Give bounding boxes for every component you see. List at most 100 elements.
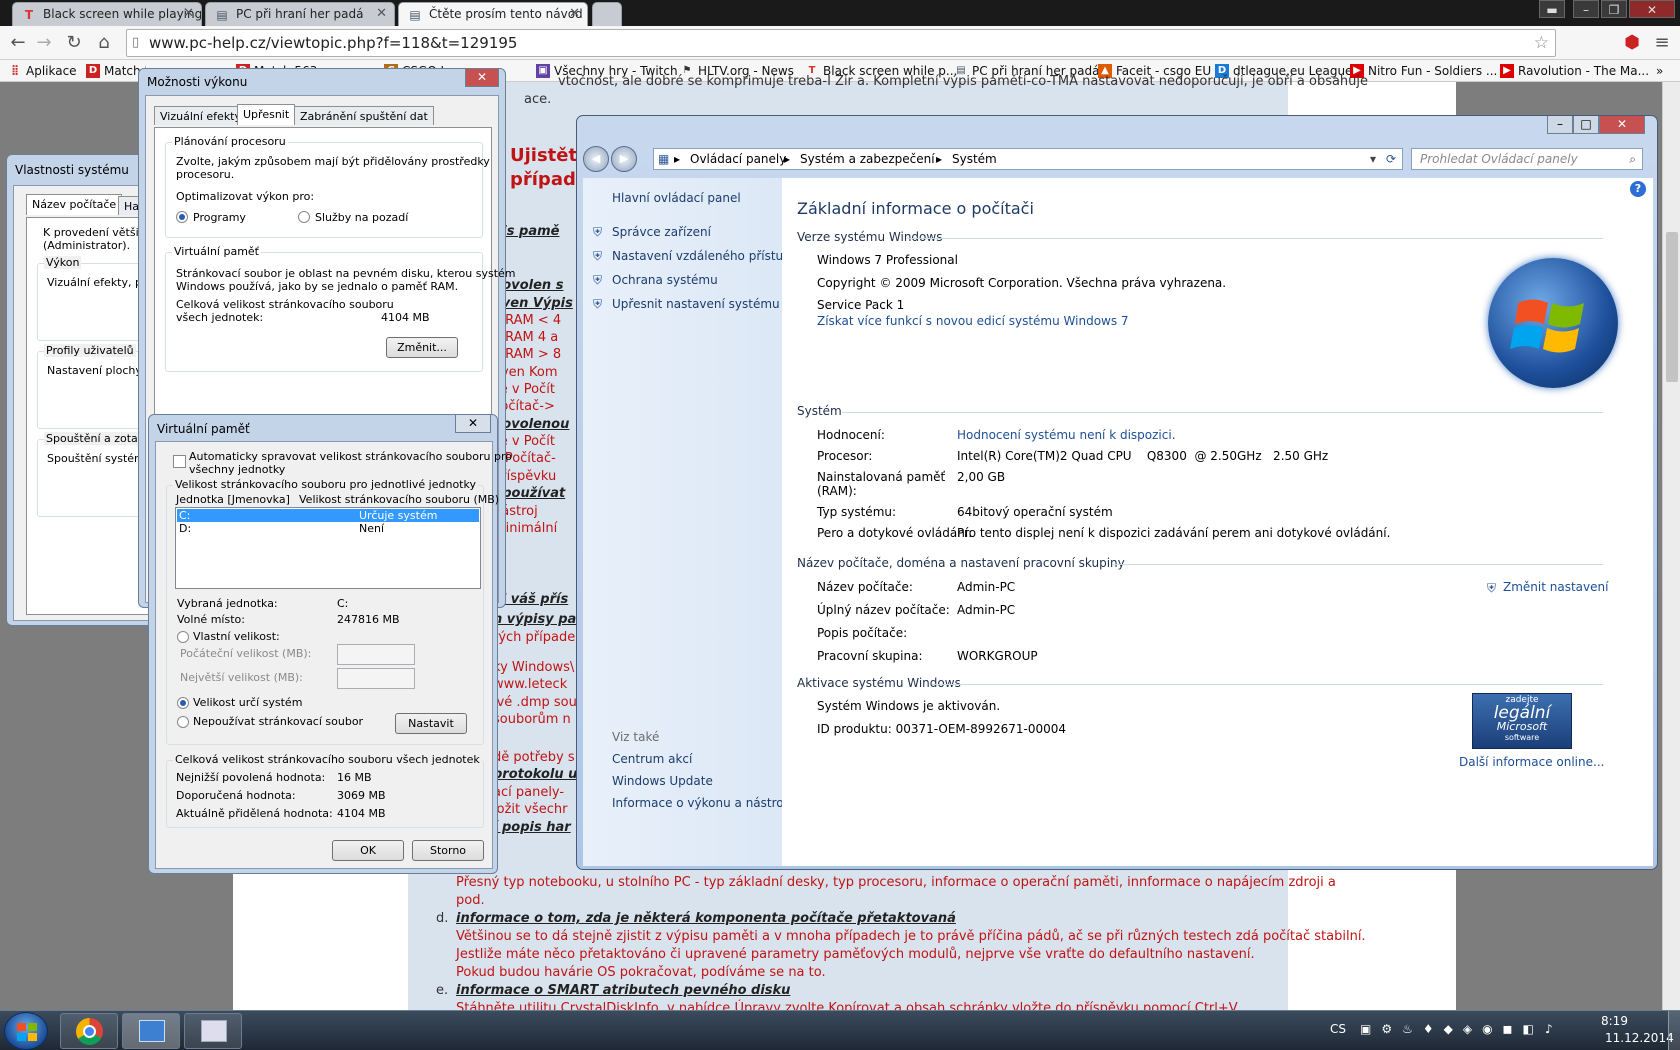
start-button[interactable] [4,1012,48,1050]
clock-time[interactable]: 8:19 [1601,1014,1628,1028]
drive-row-c[interactable]: C: Určuje systém [177,509,479,522]
close-tab-icon[interactable]: ✕ [376,6,387,21]
home-icon[interactable]: ⌂ [92,31,116,55]
genuine-microsoft-badge[interactable]: zadejte legální Microsoft software [1472,693,1572,749]
system-managed-radio[interactable] [177,697,189,709]
tab-visual-effects[interactable]: Vizuální efekty [154,106,248,125]
drive-row-d[interactable]: D: Není [177,522,479,535]
post-fragment: ložit všechr [493,802,568,817]
checkbox-label: všechny jednotky [189,463,286,476]
back-icon[interactable]: ← [6,31,30,55]
restore-icon[interactable]: ❐ [1601,0,1627,18]
refresh-icon[interactable]: ⟳ [1386,149,1396,169]
post-fragment: í popis har [493,820,571,835]
post-fragment: ky Windows\ [493,660,575,675]
bookmark-nitrofun[interactable]: ▶ Nitro Fun - Soldiers ... [1350,62,1497,80]
address-bar[interactable]: ▯ www.pc-help.cz/viewtopic.php?f=118&t=1… [126,29,1556,57]
more-features-link[interactable]: Získat více funkcí s novou edicí systému… [817,314,1129,328]
bookmark-apps[interactable]: ⣿ Aplikace [8,62,76,80]
volume-icon[interactable]: ♪ [1545,1022,1553,1036]
breadcrumb-item[interactable]: Systém [952,149,997,169]
change-settings-link[interactable]: ⛨ Změnit nastavení [1487,580,1608,595]
browser-tab-2[interactable]: ▤ PC při hraní her padá ✕ [205,2,395,26]
initial-size-input[interactable] [337,644,415,665]
control-panel-icon [139,1020,165,1042]
profile-icon[interactable]: ▬ [1539,0,1565,18]
close-icon[interactable]: ✕ [455,415,491,433]
maximize-icon[interactable]: □ [1573,116,1599,134]
set-button[interactable]: Nastavit [395,713,467,734]
language-indicator[interactable]: CS [1330,1022,1346,1036]
remote-settings-link[interactable]: Nastavení vzdáleného přístupu [612,249,798,263]
auto-manage-checkbox[interactable] [173,455,186,468]
taskbar-control-panel[interactable] [122,1013,180,1049]
close-window-icon[interactable]: ✕ [1629,0,1675,18]
column-header-size: Velikost stránkovacího souboru (MB) [299,493,500,506]
max-size-input[interactable] [337,668,415,689]
forward-icon[interactable]: ▶ [611,146,637,172]
info-text: Windows používá, jako by se jednalo o pa… [176,280,459,293]
custom-size-radio[interactable] [177,631,189,643]
scrollbar-thumb[interactable] [1666,232,1678,382]
no-paging-radio[interactable] [177,716,189,728]
forward-icon[interactable]: → [32,31,56,55]
close-tab-icon[interactable]: ✕ [569,6,580,21]
device-manager-link[interactable]: Správce zařízení [612,225,711,239]
close-icon[interactable]: ✕ [465,69,499,87]
taskbar-chrome[interactable] [60,1013,118,1049]
chevron-down-icon[interactable]: ▾ [1370,149,1376,169]
tray-icons[interactable]: ▣⚙♨♦◆◈◉◼◧ [1360,1022,1544,1036]
adblock-icon[interactable]: ⬢ [1620,31,1644,55]
document-icon: ▤ [409,8,421,22]
change-button[interactable]: Změnit... [386,337,458,358]
menu-icon[interactable]: ≡ [1650,31,1674,55]
minimize-icon[interactable]: – [1547,116,1573,134]
bookmark-match1[interactable]: DMatch 59349593 [86,62,146,80]
action-center-link[interactable]: Centrum akcí [612,752,692,766]
close-tab-icon[interactable]: ✕ [183,6,194,21]
apps-icon: ⣿ [11,65,19,76]
control-panel-home-link[interactable]: Hlavní ovládací panel [612,191,741,205]
new-tab-button[interactable] [592,2,622,26]
system-protection-link[interactable]: Ochrana systému [612,273,718,287]
taskbar-system-properties[interactable] [184,1013,242,1049]
help-icon[interactable]: ? [1630,181,1646,197]
rating-link[interactable]: Hodnocení systému není k dispozici. [957,428,1176,442]
tab-computer-name[interactable]: Název počítače [26,194,123,215]
star-icon[interactable]: ☆ [1534,30,1549,56]
drive-list[interactable]: C: Určuje systém D: Není [175,507,481,589]
reload-icon[interactable]: ↻ [62,31,86,55]
windows-update-link[interactable]: Windows Update [612,774,713,788]
page-scrollbar[interactable] [1662,82,1680,1010]
more-info-online-link[interactable]: Další informace online... [1459,755,1604,769]
show-desktop-button[interactable] [1668,1011,1680,1050]
tab-advanced[interactable]: Upřesnit [237,104,296,125]
search-icon[interactable]: ⌕ [1629,149,1636,169]
breadcrumb-item[interactable]: Systém a zabezpečení [800,149,935,169]
breadcrumb-item[interactable]: Ovládací panely [690,149,786,169]
tab-dep[interactable]: Zabránění spuštění dat [294,106,434,125]
info-label: Aktuálně přidělená hodnota: [176,807,333,820]
section-heading: Verze systému Windows [797,230,943,244]
activation-status: Systém Windows je aktivován. [817,699,1001,713]
search-input[interactable]: Prohledat Ovládací panely ⌕ [1411,148,1643,170]
clock-date[interactable]: 11.12.2014 [1605,1031,1674,1045]
more-bookmarks-icon[interactable]: » [1656,62,1663,80]
bookmark-ravolution[interactable]: ▶ Ravolution - The Ma... [1500,62,1649,80]
breadcrumb[interactable]: ▦ ▸ Ovládací panely ▸ Systém a zabezpeče… [653,148,1403,170]
computer-name-value: Admin-PC [957,580,1016,594]
close-icon[interactable]: ✕ [1599,116,1645,134]
url-text: www.pc-help.cz/viewtopic.php?f=118&t=129… [149,34,518,52]
info-text: Celková velikost stránkovacího souboru [176,298,394,311]
browser-tab-1[interactable]: T Black screen while playing ✕ [12,2,202,26]
advanced-settings-link[interactable]: Upřesnit nastavení systému [612,297,780,311]
performance-tools-link[interactable]: Informace o výkonu a nástroje [612,796,794,810]
programs-radio[interactable] [176,211,188,223]
selected-drive-value: C: [337,597,349,610]
minimize-icon[interactable]: – [1573,0,1599,18]
background-services-radio[interactable] [298,211,310,223]
cancel-button[interactable]: Storno [412,840,484,861]
back-icon[interactable]: ◀ [583,146,609,172]
browser-tab-3[interactable]: ▤ Čtěte prosím tento návod ✕ [398,2,588,26]
ok-button[interactable]: OK [332,840,404,861]
